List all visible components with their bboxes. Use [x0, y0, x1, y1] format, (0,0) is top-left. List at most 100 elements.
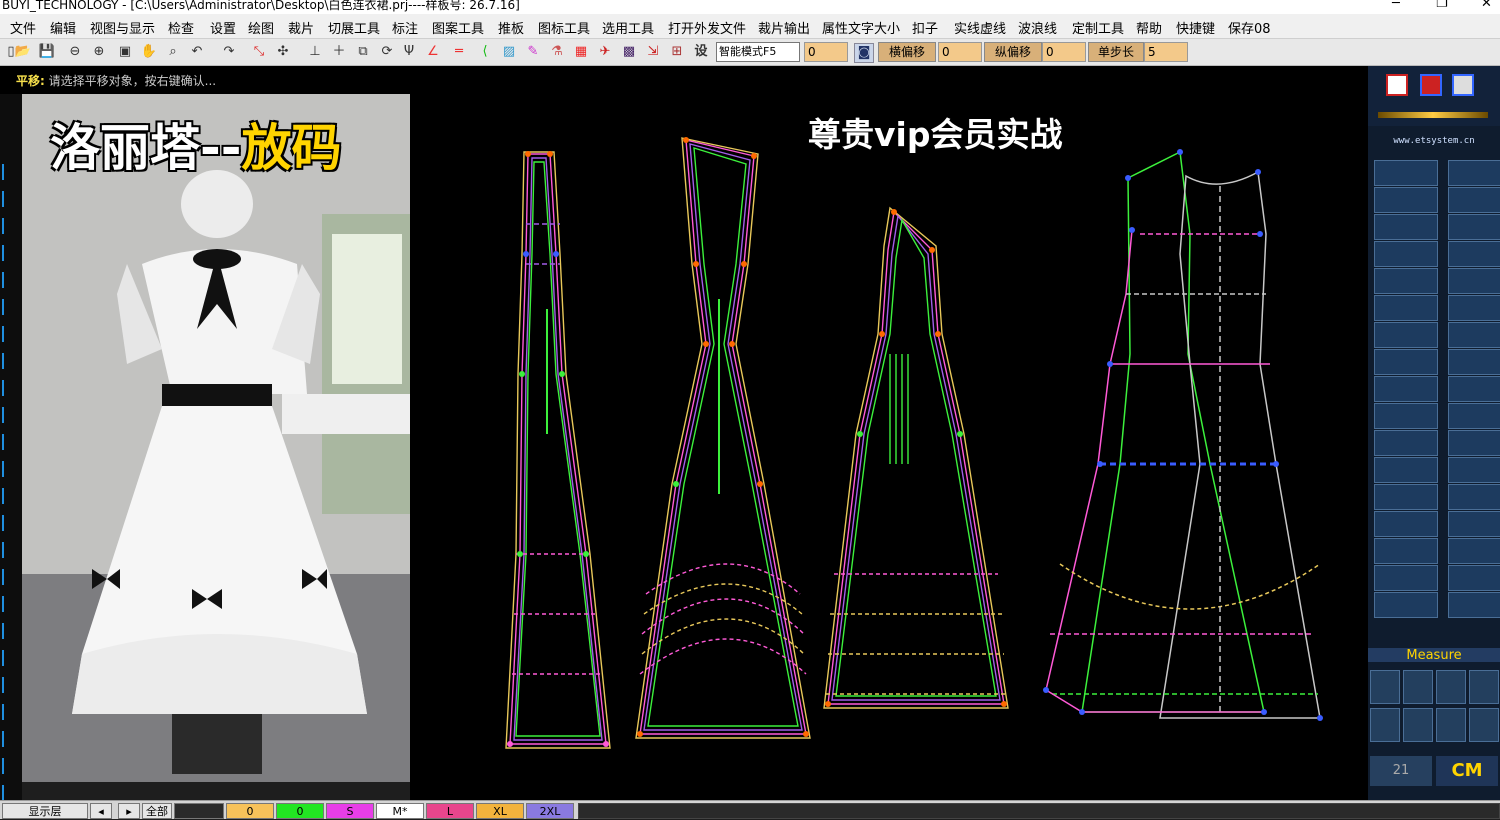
right-tool-button[interactable]	[1374, 349, 1438, 375]
size-swatch-0[interactable]: 0	[226, 803, 274, 819]
value-field[interactable]: 0	[804, 42, 848, 62]
grading-point[interactable]	[1255, 169, 1261, 175]
menu-item-13[interactable]: 打开外发文件	[668, 18, 746, 37]
right-tool-button[interactable]	[1448, 511, 1500, 537]
grading-point[interactable]	[603, 741, 609, 747]
menu-item-7[interactable]: 切展工具	[328, 18, 380, 37]
menu-item-10[interactable]: 推板	[498, 18, 524, 37]
settings-icon[interactable]: 设	[692, 43, 710, 61]
right-tool-button[interactable]	[1448, 430, 1500, 456]
grading-point[interactable]	[1079, 709, 1085, 715]
left-tool-icon[interactable]	[2, 758, 14, 774]
lock-icon[interactable]: ◙	[854, 43, 874, 63]
grading-point[interactable]	[803, 731, 809, 737]
menu-item-5[interactable]: 绘图	[248, 18, 274, 37]
left-tool-icon[interactable]	[2, 191, 14, 207]
grading-point[interactable]	[553, 251, 559, 257]
parallel-line-icon[interactable]: ═	[450, 43, 468, 61]
measure-tool-button[interactable]	[1370, 708, 1400, 742]
rotate-icon[interactable]: ⟳	[378, 43, 396, 61]
grading-point[interactable]	[703, 341, 709, 347]
menu-item-2[interactable]: 视图与显示	[90, 18, 155, 37]
size-swatch-3[interactable]: M*	[376, 803, 424, 819]
cross-icon[interactable]: ＋	[330, 43, 348, 61]
maximize-icon[interactable]: ❐	[1436, 0, 1448, 11]
grading-point[interactable]	[891, 209, 897, 215]
select-delete-icon[interactable]: ⤡	[250, 43, 268, 61]
arrow-split-icon[interactable]: ✈	[596, 43, 614, 61]
right-tool-button[interactable]	[1448, 160, 1500, 186]
right-tool-button[interactable]	[1448, 349, 1500, 375]
grid-pattern-icon[interactable]: ▩	[620, 43, 638, 61]
right-tool-button[interactable]	[1374, 160, 1438, 186]
left-tool-icon[interactable]	[2, 461, 14, 477]
all-layers-button[interactable]: 全部	[142, 803, 172, 819]
h-offset-field[interactable]: 0	[938, 42, 982, 62]
move-icon[interactable]: ✣	[274, 43, 292, 61]
left-tool-icon[interactable]	[2, 704, 14, 720]
grading-point[interactable]	[525, 151, 531, 157]
right-tool-button[interactable]	[1448, 484, 1500, 510]
measure-icon[interactable]: ⚗	[548, 43, 566, 61]
right-tool-button[interactable]	[1374, 592, 1438, 618]
node-edit-icon[interactable]: ✎	[524, 43, 542, 61]
menu-item-8[interactable]: 标注	[392, 18, 418, 37]
grading-point[interactable]	[857, 431, 863, 437]
menu-item-16[interactable]: 扣子	[912, 18, 938, 37]
mirror-icon[interactable]: ⧉	[354, 43, 372, 61]
left-tool-icon[interactable]	[2, 569, 14, 585]
left-tool-icon[interactable]	[2, 677, 14, 693]
angle-line-icon[interactable]: ∠	[424, 43, 442, 61]
right-tool-button[interactable]	[1374, 241, 1438, 267]
right-tool-button[interactable]	[1448, 241, 1500, 267]
right-tool-button[interactable]	[1448, 538, 1500, 564]
menu-item-19[interactable]: 定制工具	[1072, 18, 1124, 37]
menu-item-6[interactable]: 裁片	[288, 18, 314, 37]
left-tool-icon[interactable]	[2, 434, 14, 450]
measure-tool-button[interactable]	[1436, 670, 1466, 704]
grading-point[interactable]	[729, 341, 735, 347]
zoom-in-icon[interactable]: ⊕	[90, 43, 108, 61]
next-layer-icon[interactable]: ▸	[118, 803, 140, 819]
zoom-window-icon[interactable]: ⌕	[164, 43, 182, 61]
left-tool-icon[interactable]	[2, 245, 14, 261]
right-tool-button[interactable]	[1374, 403, 1438, 429]
left-tool-icon[interactable]	[2, 785, 14, 801]
grading-point[interactable]	[583, 551, 589, 557]
grading-point[interactable]	[879, 331, 885, 337]
menu-item-3[interactable]: 检查	[168, 18, 194, 37]
measure-tool-button[interactable]	[1370, 670, 1400, 704]
left-tool-icon[interactable]	[2, 515, 14, 531]
measure-tool-button[interactable]	[1469, 670, 1499, 704]
grading-point[interactable]	[507, 741, 513, 747]
right-tool-button[interactable]	[1448, 322, 1500, 348]
grading-icon[interactable]: ⇲	[644, 43, 662, 61]
right-tool-button[interactable]	[1374, 322, 1438, 348]
measure-tool-button[interactable]	[1436, 708, 1466, 742]
prev-layer-icon[interactable]: ◂	[90, 803, 112, 819]
right-tool-button[interactable]	[1448, 376, 1500, 402]
swatch-icon[interactable]	[1452, 74, 1474, 96]
right-tool-button[interactable]	[1448, 187, 1500, 213]
grading-point[interactable]	[825, 701, 831, 707]
menu-item-22[interactable]: 保存08	[1228, 18, 1271, 37]
measure-tool-button[interactable]	[1403, 670, 1433, 704]
menu-item-21[interactable]: 快捷键	[1176, 18, 1215, 37]
left-tool-icon[interactable]	[2, 272, 14, 288]
right-tool-button[interactable]	[1448, 565, 1500, 591]
size-swatch-6[interactable]: 2XL	[526, 803, 574, 819]
left-tool-icon[interactable]	[2, 596, 14, 612]
size-swatch-4[interactable]: L	[426, 803, 474, 819]
right-tool-button[interactable]	[1448, 295, 1500, 321]
flag-icon[interactable]	[1420, 74, 1442, 96]
grading-point[interactable]	[1257, 231, 1263, 237]
left-tool-icon[interactable]	[2, 623, 14, 639]
right-tool-button[interactable]	[1448, 457, 1500, 483]
grading-point[interactable]	[1107, 361, 1113, 367]
step-field[interactable]: 5	[1144, 42, 1188, 62]
menu-item-9[interactable]: 图案工具	[432, 18, 484, 37]
grading-point[interactable]	[1043, 687, 1049, 693]
mode-select[interactable]: 智能模式F5	[716, 42, 800, 62]
menu-item-1[interactable]: 编辑	[50, 18, 76, 37]
drawing-canvas[interactable]: 尊贵vip会员实战	[410, 94, 1368, 800]
